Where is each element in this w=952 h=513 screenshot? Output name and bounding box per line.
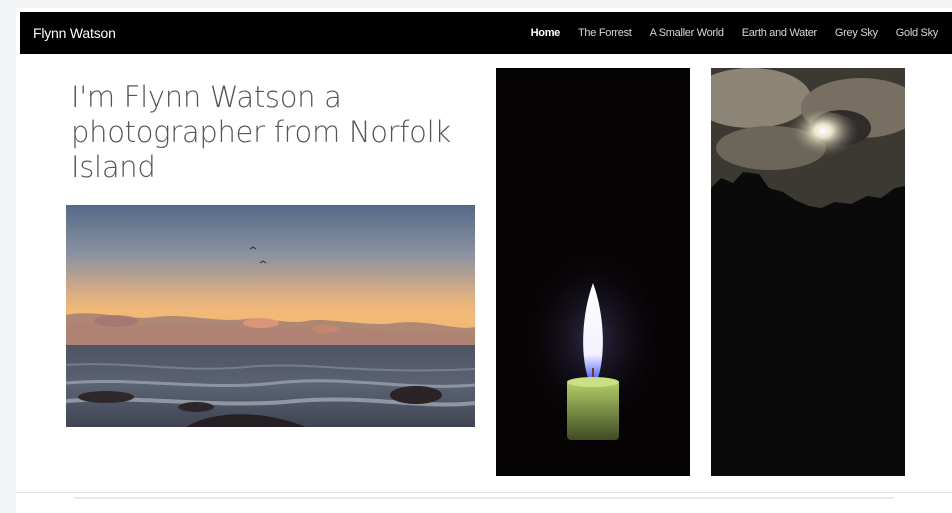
top-navbar: Flynn Watson Home The Forrest A Smaller …	[20, 12, 952, 54]
candle-photo[interactable]	[496, 68, 690, 476]
site-brand[interactable]: Flynn Watson	[33, 12, 116, 54]
nav-link-earth-and-water[interactable]: Earth and Water	[742, 27, 817, 39]
candle-image	[496, 68, 690, 476]
nav-links: Home The Forrest A Smaller World Earth a…	[531, 12, 952, 54]
nav-link-grey-sky[interactable]: Grey Sky	[835, 27, 878, 39]
cloudy-sky-photo[interactable]	[711, 68, 905, 476]
nav-link-the-forrest[interactable]: The Forrest	[578, 27, 632, 39]
cloudy-sky-image	[711, 68, 905, 476]
hero-headline: I'm Flynn Watson a photographer from Nor…	[71, 80, 451, 184]
sunset-sea-photo[interactable]	[66, 205, 475, 427]
footer-rule	[74, 497, 894, 499]
sunset-sea-image	[66, 205, 475, 427]
nav-link-gold-sky[interactable]: Gold Sky	[896, 27, 939, 39]
footer-divider	[16, 492, 952, 493]
page: Flynn Watson Home The Forrest A Smaller …	[16, 8, 952, 513]
nav-link-home[interactable]: Home	[531, 27, 561, 39]
nav-link-a-smaller-world[interactable]: A Smaller World	[650, 27, 724, 39]
